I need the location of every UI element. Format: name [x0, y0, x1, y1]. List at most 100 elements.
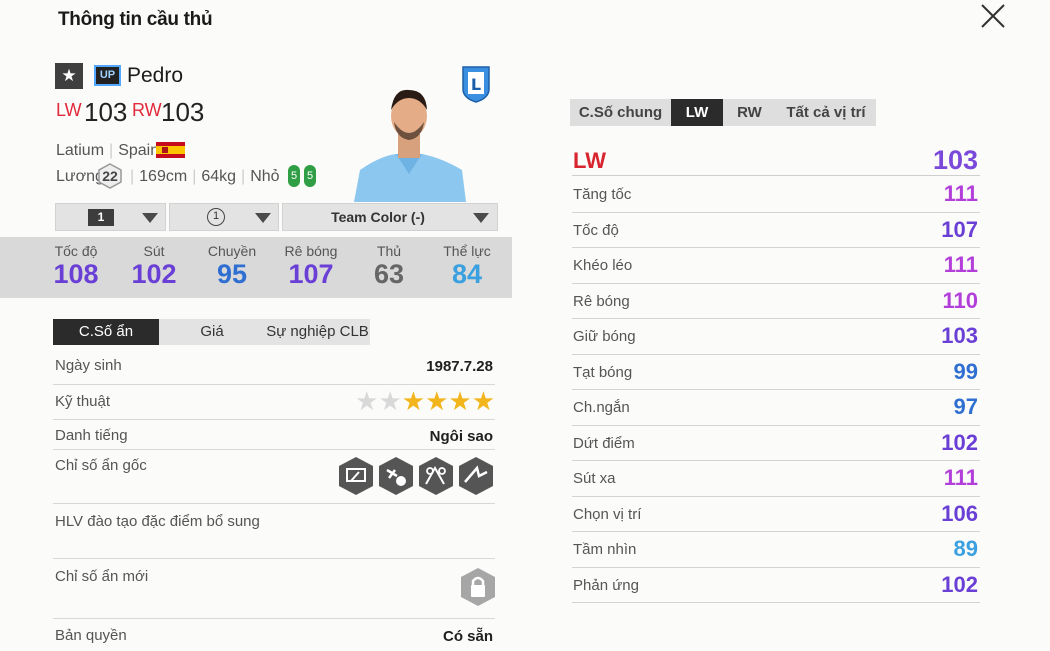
stat-row-label: Khéo léo	[573, 257, 633, 274]
trait-speed-icon[interactable]	[457, 456, 495, 496]
tab-all-positions[interactable]: Tất cả vị trí	[776, 99, 876, 126]
lock-icon	[461, 568, 495, 606]
stat-row-sprint-speed: Tốc độ 107	[572, 213, 980, 248]
trait-dribble-icon[interactable]	[417, 456, 455, 496]
stat-row-label: Tốc độ	[573, 221, 619, 239]
team-color-value: Team Color (-)	[331, 209, 425, 225]
skill-row: Kỹ thuật ★★★★★★	[53, 385, 495, 420]
stat-label: Tốc độ	[54, 243, 98, 259]
left-foot-badge: 5	[288, 165, 300, 187]
position-rw-ovr: 103	[161, 97, 205, 127]
license-label: Bản quyền	[55, 627, 127, 644]
tab-rw[interactable]: RW	[723, 99, 776, 126]
stat-row-reactions: Phản ứng 102	[572, 568, 980, 603]
stat-label: Thể lực	[443, 243, 491, 259]
stat-row-long-shots: Sút xa 111	[572, 461, 980, 497]
star-empty-icon: ★	[355, 386, 379, 416]
club-nation: Latium | Spain	[56, 142, 160, 159]
stat-row-label: Ch.ngắn	[573, 399, 630, 416]
stat-dribbling: Rê bóng 107	[271, 243, 351, 289]
skill-stars: ★★★★★★	[355, 386, 495, 416]
upgrade-select[interactable]: 1	[169, 203, 279, 231]
position-lw-ovr: 103	[84, 97, 128, 127]
stat-row-label: Tạt bóng	[573, 363, 633, 381]
stat-passing: Chuyền 95	[192, 243, 272, 289]
chevron-down-icon	[142, 213, 158, 223]
stat-row-value: 89	[953, 536, 978, 561]
stat-row-value: 102	[941, 571, 978, 597]
position-rw-label: RW	[132, 100, 162, 120]
star-filled-icon: ★	[471, 386, 495, 416]
stat-row-value: 99	[953, 358, 978, 384]
stat-row-value: 102	[941, 429, 978, 455]
stat-row-acceleration: Tăng tốc 111	[572, 177, 980, 213]
tab-club-career[interactable]: Sự nghiệp CLB	[265, 319, 370, 345]
star-filled-icon: ★	[448, 386, 472, 416]
stat-row-value: 97	[953, 394, 978, 419]
star-empty-icon: ★	[378, 386, 402, 416]
stat-shooting: Sút 102	[114, 243, 194, 289]
trait-shot-icon[interactable]	[337, 456, 375, 496]
player-photo	[354, 89, 466, 202]
new-traits-row: Chỉ số ẩn mới	[53, 559, 495, 619]
stat-label: Rê bóng	[284, 243, 338, 259]
stat-row-label: Dứt điểm	[573, 434, 635, 452]
fame-value: Ngôi sao	[429, 428, 493, 445]
tab-general-stats[interactable]: C.Số chung	[570, 99, 671, 126]
stat-row-positioning: Chọn vị trí 106	[572, 497, 980, 532]
chevron-down-icon	[255, 213, 271, 223]
stat-row-value: 111	[943, 465, 978, 490]
position-lw-label: LW	[56, 100, 82, 120]
stat-row-label: Phản ứng	[573, 576, 639, 594]
stat-row-short-passing: Ch.ngắn 97	[572, 390, 980, 426]
page-title: Thông tin cầu thủ	[58, 9, 213, 30]
close-button[interactable]	[977, 2, 1009, 30]
star-filled-icon: ★	[425, 386, 449, 416]
fame-row: Danh tiếng Ngôi sao	[53, 420, 495, 450]
stat-value: 102	[131, 259, 177, 289]
stat-pace: Tốc độ 108	[36, 243, 116, 289]
body-type: Nhỏ	[250, 168, 280, 185]
stat-defending: Thủ 63	[349, 243, 429, 289]
stat-row-label: Chọn vị trí	[573, 505, 642, 523]
stat-row-ball-control: Giữ bóng 103	[572, 319, 980, 355]
stat-row-label: Rê bóng	[573, 292, 630, 310]
fame-label: Danh tiếng	[55, 427, 128, 444]
stat-label: Thủ	[376, 243, 402, 259]
coach-label: HLV đào tạo đặc điểm bổ sung	[55, 513, 260, 530]
stat-row-vision: Tầm nhìn 89	[572, 532, 980, 568]
tab-price[interactable]: Giá	[159, 319, 265, 345]
stat-row-label: Sút xa	[573, 470, 616, 487]
height-value: 169cm	[139, 168, 188, 185]
star-badge: ★	[55, 63, 83, 89]
stat-row-finishing: Dứt điểm 102	[572, 426, 980, 461]
chevron-down-icon	[473, 213, 489, 223]
stat-value: 95	[216, 259, 248, 289]
stat-row-value: 106	[941, 500, 978, 526]
birth-label: Ngày sinh	[55, 357, 122, 374]
trait-tackle-icon[interactable]	[377, 456, 415, 496]
stat-row-value: 110	[942, 287, 979, 313]
level-select[interactable]: 1	[55, 203, 166, 231]
svg-text:L: L	[471, 75, 481, 94]
stat-row-label: Tăng tốc	[573, 186, 632, 203]
tab-lw[interactable]: LW	[671, 99, 723, 126]
club-crest-icon: L	[462, 66, 490, 103]
coach-row: HLV đào tạo đặc điểm bổ sung	[53, 504, 495, 559]
star-filled-icon: ★	[401, 386, 426, 416]
position-ovr-value: 103	[932, 145, 978, 175]
level-value: 1	[88, 209, 114, 226]
close-icon	[981, 4, 1005, 28]
main-stats-bar: Tốc độ 108 Sút 102 Chuyền 95 Rê bóng 107 Thủ…	[0, 237, 512, 298]
stat-value: 108	[53, 259, 99, 289]
stat-label: Chuyền	[207, 243, 257, 259]
team-color-select[interactable]: Team Color (-)	[282, 203, 498, 231]
stat-label: Sút	[143, 243, 165, 259]
nation-name: Spain	[118, 142, 160, 159]
stat-row-agility: Khéo léo 111	[572, 248, 980, 284]
stat-row-value: 111	[943, 181, 978, 206]
tab-hidden-stats[interactable]: C.Số ẩn	[53, 319, 159, 345]
stat-row-label: Giữ bóng	[573, 328, 636, 345]
birth-value: 1987.7.28	[426, 358, 493, 375]
season-badge: UP	[94, 65, 121, 86]
